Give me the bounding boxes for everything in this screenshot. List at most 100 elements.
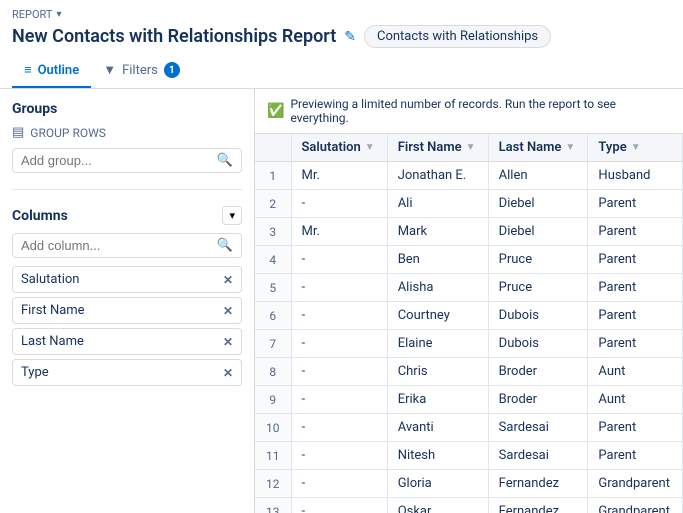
- cell-lastname: Diebel: [488, 218, 588, 246]
- groups-title: Groups: [12, 101, 242, 117]
- cell-firstname: Avanti: [387, 414, 488, 442]
- columns-title: Columns: [12, 208, 68, 224]
- sidebar: Groups ▤ GROUP ROWS 🔍 Columns ▾: [0, 89, 255, 513]
- cell-type: Grandparent: [588, 498, 683, 513]
- remove-salutation-button[interactable]: ✕: [223, 273, 233, 287]
- remove-lastname-button[interactable]: ✕: [223, 335, 233, 349]
- cell-salutation: -: [291, 442, 387, 470]
- cell-type: Husband: [588, 162, 683, 190]
- cell-lastname: Dubois: [488, 302, 588, 330]
- filter-tab-label: Filters: [122, 63, 158, 78]
- row-number: 7: [255, 330, 291, 358]
- table-row: 6 - Courtney Dubois Parent: [255, 302, 683, 330]
- cell-firstname: Elaine: [387, 330, 488, 358]
- cell-type: Aunt: [588, 358, 683, 386]
- search-icon-col: 🔍: [217, 238, 233, 253]
- row-number: 5: [255, 274, 291, 302]
- cell-lastname: Pruce: [488, 246, 588, 274]
- page-title: New Contacts with Relationships Report: [12, 26, 336, 47]
- cell-type: Parent: [588, 442, 683, 470]
- cell-firstname: Courtney: [387, 302, 488, 330]
- cell-salutation: -: [291, 330, 387, 358]
- row-number: 12: [255, 470, 291, 498]
- outline-tab-icon: ≡: [24, 62, 32, 78]
- table-row: 8 - Chris Broder Aunt: [255, 358, 683, 386]
- columns-dropdown-button[interactable]: ▾: [222, 206, 242, 225]
- content-area: ✅ Previewing a limited number of records…: [255, 89, 683, 513]
- group-rows-text: GROUP ROWS: [30, 126, 106, 140]
- preview-banner: ✅ Previewing a limited number of records…: [255, 89, 683, 134]
- add-group-search[interactable]: 🔍: [12, 148, 242, 173]
- cell-salutation: Mr.: [291, 162, 387, 190]
- col-header-lastname[interactable]: Last Name ▼: [488, 134, 588, 162]
- cell-firstname: Ali: [387, 190, 488, 218]
- cell-firstname: Nitesh: [387, 442, 488, 470]
- cell-salutation: -: [291, 470, 387, 498]
- cell-lastname: Dubois: [488, 330, 588, 358]
- search-icon: 🔍: [217, 153, 233, 168]
- column-label: Salutation: [21, 272, 79, 287]
- cell-salutation: -: [291, 414, 387, 442]
- columns-section: Columns ▾ 🔍 Salutation ✕ First Name ✕ La…: [12, 206, 242, 386]
- sort-icon-firstname: ▼: [466, 142, 476, 153]
- header: REPORT ▾ New Contacts with Relationships…: [0, 0, 683, 89]
- table-row: 7 - Elaine Dubois Parent: [255, 330, 683, 358]
- row-number: 2: [255, 190, 291, 218]
- cell-type: Parent: [588, 246, 683, 274]
- cell-firstname: Alisha: [387, 274, 488, 302]
- column-tag-salutation: Salutation ✕: [12, 266, 242, 293]
- cell-firstname: Gloria: [387, 470, 488, 498]
- table-row: 10 - Avanti Sardesai Parent: [255, 414, 683, 442]
- contacts-badge[interactable]: Contacts with Relationships: [364, 25, 551, 48]
- row-number: 6: [255, 302, 291, 330]
- column-tag-firstname: First Name ✕: [12, 297, 242, 324]
- table-row: 11 - Nitesh Sardesai Parent: [255, 442, 683, 470]
- cell-lastname: Diebel: [488, 190, 588, 218]
- section-divider: [12, 189, 242, 190]
- cell-firstname: Chris: [387, 358, 488, 386]
- cell-firstname: Mark: [387, 218, 488, 246]
- tab-outline[interactable]: ≡ Outline: [12, 56, 91, 88]
- table-row: 1 Mr. Jonathan E. Allen Husband: [255, 162, 683, 190]
- column-label: Last Name: [21, 334, 84, 349]
- col-header-type[interactable]: Type ▼: [588, 134, 683, 162]
- edit-icon[interactable]: ✎: [344, 29, 356, 45]
- table-row: 13 - Oskar Fernandez Grandparent: [255, 498, 683, 513]
- sort-icon-lastname: ▼: [565, 142, 575, 153]
- cell-type: Parent: [588, 274, 683, 302]
- col-header-firstname[interactable]: First Name ▼: [387, 134, 488, 162]
- preview-message: Previewing a limited number of records. …: [290, 97, 671, 125]
- column-label: First Name: [21, 303, 85, 318]
- sort-icon-salutation: ▼: [365, 142, 375, 153]
- table-row: 12 - Gloria Fernandez Grandparent: [255, 470, 683, 498]
- cell-salutation: -: [291, 498, 387, 513]
- cell-type: Parent: [588, 218, 683, 246]
- cell-firstname: Erika: [387, 386, 488, 414]
- table-row: 9 - Erika Broder Aunt: [255, 386, 683, 414]
- filter-tab-icon: ▼: [103, 62, 116, 78]
- add-group-input[interactable]: [21, 153, 211, 168]
- cell-lastname: Fernandez: [488, 470, 588, 498]
- report-breadcrumb: REPORT ▾: [12, 8, 671, 21]
- remove-type-button[interactable]: ✕: [223, 366, 233, 380]
- group-rows-label: ▤ GROUP ROWS: [12, 125, 242, 140]
- add-column-input[interactable]: [21, 238, 211, 253]
- cell-type: Parent: [588, 414, 683, 442]
- sort-icon-type: ▼: [631, 142, 641, 153]
- tabs: ≡ Outline ▼ Filters 1: [12, 56, 671, 88]
- row-number: 13: [255, 498, 291, 513]
- cell-lastname: Broder: [488, 386, 588, 414]
- row-number: 4: [255, 246, 291, 274]
- filter-count-badge: 1: [164, 62, 180, 78]
- col-header-salutation[interactable]: Salutation ▼: [291, 134, 387, 162]
- cell-salutation: -: [291, 190, 387, 218]
- cell-type: Parent: [588, 190, 683, 218]
- table-wrapper: Salutation ▼ First Name ▼: [255, 134, 683, 513]
- remove-firstname-button[interactable]: ✕: [223, 304, 233, 318]
- add-column-search[interactable]: 🔍: [12, 233, 242, 258]
- table-row: 2 - Ali Diebel Parent: [255, 190, 683, 218]
- data-table: Salutation ▼ First Name ▼: [255, 134, 683, 513]
- row-num-header: [255, 134, 291, 162]
- cell-salutation: -: [291, 274, 387, 302]
- tab-filters[interactable]: ▼ Filters 1: [91, 56, 192, 88]
